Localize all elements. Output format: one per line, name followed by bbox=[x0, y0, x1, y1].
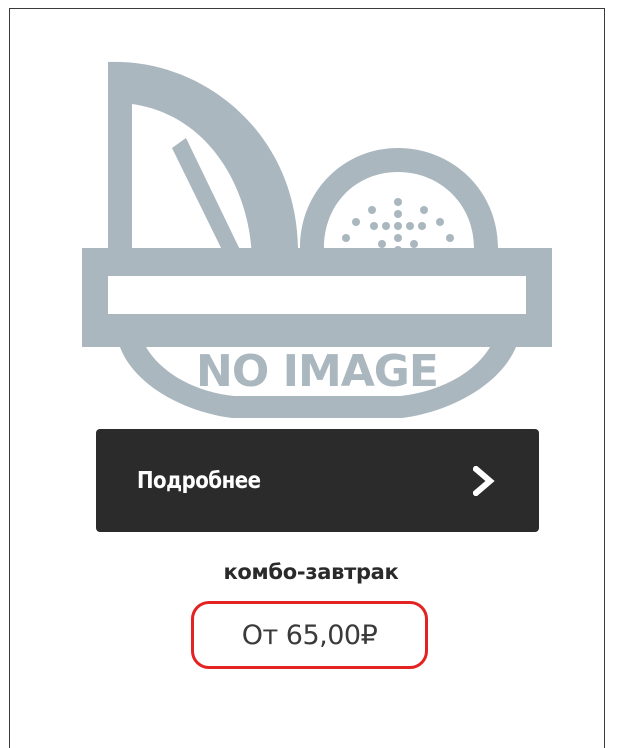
details-button[interactable]: Подробнее bbox=[96, 429, 539, 532]
details-button-label: Подробнее bbox=[137, 467, 261, 494]
no-image-text: NO IMAGE bbox=[196, 346, 438, 397]
price-highlight-box: От 65,00₽ bbox=[191, 601, 428, 669]
product-price: От 65,00₽ bbox=[241, 619, 378, 651]
chevron-right-icon bbox=[473, 465, 495, 496]
product-name[interactable]: комбо-завтрак bbox=[0, 560, 622, 584]
no-image-placeholder: NO IMAGE bbox=[82, 61, 552, 418]
